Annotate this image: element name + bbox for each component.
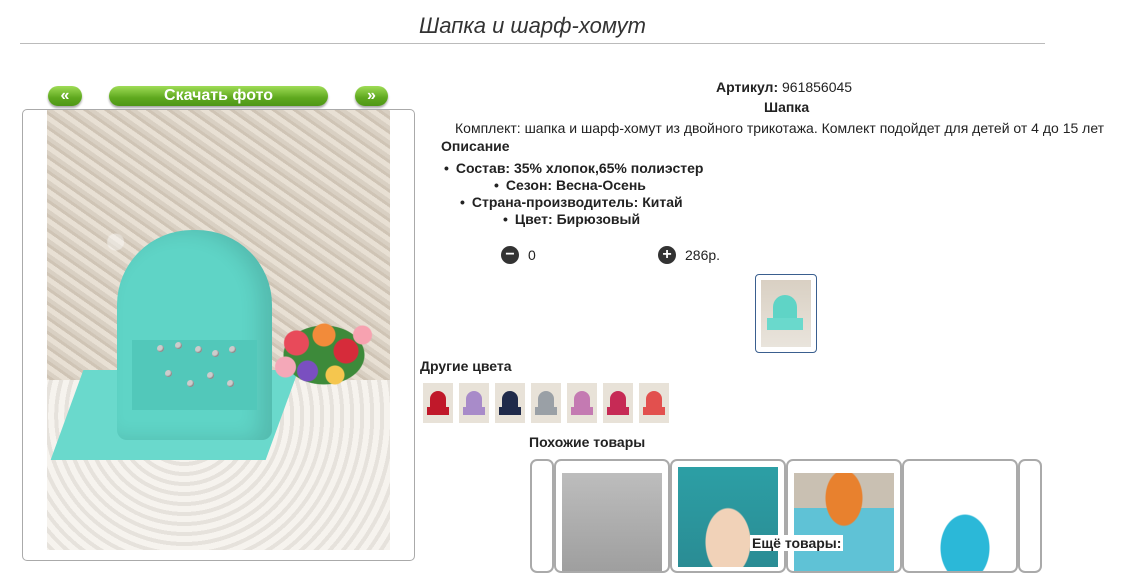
more-products-link[interactable]: Ещё товары: — [750, 535, 844, 551]
add-to-cart-button[interactable]: + — [658, 246, 676, 264]
article-value: 961856045 — [782, 79, 853, 95]
color-variant-thumbnail[interactable] — [495, 383, 525, 423]
bead — [212, 350, 219, 357]
bead — [165, 370, 172, 377]
similar-product-card[interactable] — [902, 459, 1018, 573]
price-value: 286р. — [685, 247, 721, 263]
quantity-value: 0 — [528, 247, 536, 263]
similar-product-image — [562, 473, 662, 571]
product-type: Шапка — [764, 99, 810, 115]
property-country: Страна-производитель: Китай — [460, 194, 683, 210]
decrease-quantity-button[interactable]: − — [501, 246, 519, 264]
similar-product-image — [678, 467, 778, 567]
property-composition: Состав: 35% хлопок,65% полиэстер — [444, 160, 704, 176]
previous-photo-button[interactable]: « — [48, 86, 82, 106]
bead — [195, 346, 202, 353]
similar-scroll-left[interactable] — [530, 459, 554, 573]
similar-product-image — [910, 473, 1010, 571]
similar-product-card[interactable] — [786, 459, 902, 573]
bead — [227, 380, 234, 387]
similar-product-card[interactable] — [670, 459, 786, 573]
similar-scroll-right[interactable] — [1018, 459, 1042, 573]
bead — [207, 372, 214, 379]
color-variant-thumbnail[interactable] — [639, 383, 669, 423]
bead — [229, 346, 236, 353]
similar-products-heading: Похожие товары — [529, 434, 646, 450]
bead — [187, 380, 194, 387]
product-photo-frame — [22, 109, 415, 561]
page-title: Шапка и шарф-хомут — [418, 13, 646, 38]
flowers-decoration — [269, 315, 379, 395]
color-variant-thumbnail[interactable] — [459, 383, 489, 423]
bead — [157, 345, 164, 352]
product-photo[interactable] — [47, 110, 390, 550]
similar-product-card[interactable] — [554, 459, 670, 573]
bead — [175, 342, 182, 349]
next-photo-button[interactable]: » — [355, 86, 388, 106]
thumbnail-image — [761, 280, 811, 347]
download-photo-button[interactable]: Скачать фото — [109, 86, 328, 106]
color-variant-thumbnail[interactable] — [531, 383, 561, 423]
article-line: Артикул: 961856045 — [716, 79, 852, 95]
property-season: Сезон: Весна-Осень — [494, 177, 646, 193]
color-variant-thumbnail[interactable] — [603, 383, 633, 423]
product-thumbnail[interactable] — [755, 274, 817, 353]
title-divider — [20, 43, 1045, 44]
color-variant-thumbnail[interactable] — [567, 383, 597, 423]
property-color: Цвет: Бирюзовый — [503, 211, 640, 227]
other-colors-heading: Другие цвета — [420, 358, 512, 374]
color-variant-thumbnail[interactable] — [423, 383, 453, 423]
product-description: Комплект: шапка и шарф-хомут из двойного… — [455, 120, 1105, 136]
similar-product-image — [794, 473, 894, 571]
article-label: Артикул: — [716, 79, 779, 95]
description-heading: Описание — [441, 138, 510, 154]
